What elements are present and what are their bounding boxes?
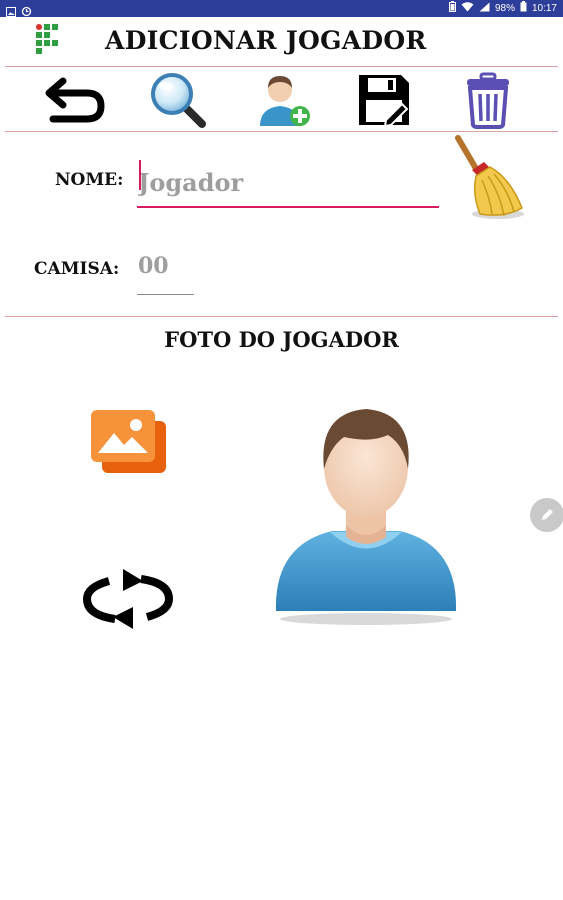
battery-percent: 98% <box>494 2 515 14</box>
player-avatar <box>270 405 462 630</box>
clear-button[interactable] <box>450 134 530 222</box>
trash-icon <box>467 72 509 129</box>
shirt-input-underline <box>137 294 194 295</box>
magnifier-icon <box>151 73 206 128</box>
text-cursor <box>139 160 141 190</box>
page-title: ADICIONAR JOGADOR <box>105 26 427 55</box>
search-button[interactable] <box>146 68 210 132</box>
broom-icon <box>455 135 524 219</box>
status-bar: 98% 10:17 <box>0 0 563 17</box>
floppy-disk-icon <box>359 75 409 128</box>
gallery-button[interactable] <box>86 406 170 476</box>
name-input[interactable] <box>138 156 438 208</box>
add-user-icon <box>260 76 310 126</box>
shirt-number-input[interactable] <box>138 246 196 286</box>
toolbar-divider <box>5 131 558 132</box>
shirt-label: CAMISA: <box>34 259 120 279</box>
pencil-icon <box>542 509 553 520</box>
undo-arrow-icon <box>45 77 105 123</box>
institute-logo-icon <box>34 22 58 56</box>
save-button[interactable] <box>354 68 414 132</box>
delete-button[interactable] <box>460 68 516 132</box>
header-divider <box>5 66 558 67</box>
rotate-button[interactable] <box>80 566 176 632</box>
battery-saver-icon <box>448 1 456 15</box>
signal-icon <box>479 2 490 15</box>
image-notification-icon <box>6 2 16 21</box>
edit-button[interactable] <box>530 498 563 532</box>
back-button[interactable] <box>40 68 110 132</box>
photo-section-title: FOTO DO JOGADOR <box>164 327 399 352</box>
sync-notification-icon <box>21 2 32 21</box>
form-divider <box>5 316 558 317</box>
name-input-underline <box>137 206 439 208</box>
battery-icon <box>520 1 527 15</box>
name-label: NOME: <box>55 170 124 190</box>
rotate-icon <box>82 569 174 629</box>
add-player-button[interactable] <box>254 68 314 132</box>
gallery-icon <box>91 410 166 473</box>
clock: 10:17 <box>531 2 557 14</box>
wifi-icon <box>461 1 474 15</box>
